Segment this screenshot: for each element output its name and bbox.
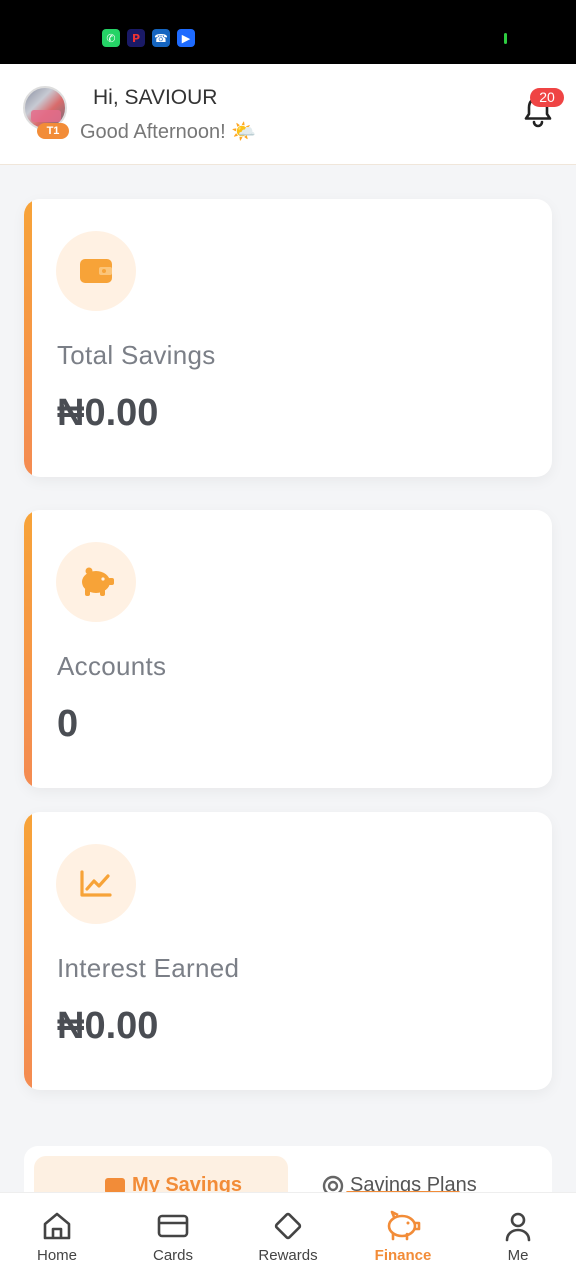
privacy-indicator-icon bbox=[504, 33, 507, 44]
stat-value: ₦0.00 bbox=[57, 1005, 159, 1047]
nav-cards-label: Cards bbox=[152, 1247, 193, 1264]
wallet-icon bbox=[56, 231, 136, 311]
total-savings-card[interactable]: Total Savings ₦0.00 bbox=[24, 199, 552, 477]
whatsapp-icon: ✆ bbox=[102, 29, 120, 47]
chart-line-icon bbox=[56, 844, 136, 924]
home-icon bbox=[43, 1212, 71, 1240]
interest-earned-card[interactable]: Interest Earned ₦0.00 bbox=[24, 812, 552, 1090]
nav-me-label: Me bbox=[507, 1247, 529, 1264]
app-header bbox=[0, 64, 576, 165]
card-accent-bar bbox=[24, 199, 32, 477]
greeting-subtitle: Good Afternoon! 🌤️ bbox=[80, 121, 257, 143]
nav-cards[interactable]: Cards bbox=[123, 1209, 223, 1264]
bottom-navigation: Home Cards Rewards Finance Me bbox=[0, 1192, 576, 1280]
diamond-icon bbox=[274, 1212, 302, 1240]
nav-finance[interactable]: Finance bbox=[353, 1209, 453, 1264]
card-accent-bar bbox=[24, 510, 32, 788]
pinterest-icon: P bbox=[127, 29, 145, 47]
nav-rewards-label: Rewards bbox=[258, 1247, 318, 1264]
stat-value: 0 bbox=[57, 703, 79, 745]
stat-label: Total Savings bbox=[57, 340, 216, 370]
nav-me[interactable]: Me bbox=[468, 1209, 568, 1264]
nav-home[interactable]: Home bbox=[7, 1209, 107, 1264]
piggy-bank-icon bbox=[387, 1210, 421, 1241]
nav-home-label: Home bbox=[36, 1247, 77, 1264]
stat-label: Interest Earned bbox=[57, 953, 240, 983]
accounts-card[interactable]: Accounts 0 bbox=[24, 510, 552, 788]
nav-rewards[interactable]: Rewards bbox=[238, 1209, 338, 1264]
stat-value: ₦0.00 bbox=[57, 392, 159, 434]
tier-badge: T1 bbox=[37, 123, 69, 139]
nav-finance-label: Finance bbox=[374, 1247, 432, 1264]
stat-label: Accounts bbox=[57, 651, 167, 681]
notification-count-badge: 20 bbox=[530, 88, 564, 107]
card-accent-bar bbox=[24, 812, 32, 1090]
greeting-name: Hi, SAVIOUR bbox=[93, 86, 218, 109]
piggy-bank-icon bbox=[56, 542, 136, 622]
status-notification-icons: ✆ P ☎ ▶ bbox=[102, 29, 195, 47]
phone-app-icon: ☎ bbox=[152, 29, 170, 47]
status-bar: ✆ P ☎ ▶ bbox=[0, 0, 576, 64]
user-icon bbox=[505, 1212, 531, 1242]
youtube-icon: ▶ bbox=[177, 29, 195, 47]
card-icon bbox=[157, 1214, 189, 1238]
